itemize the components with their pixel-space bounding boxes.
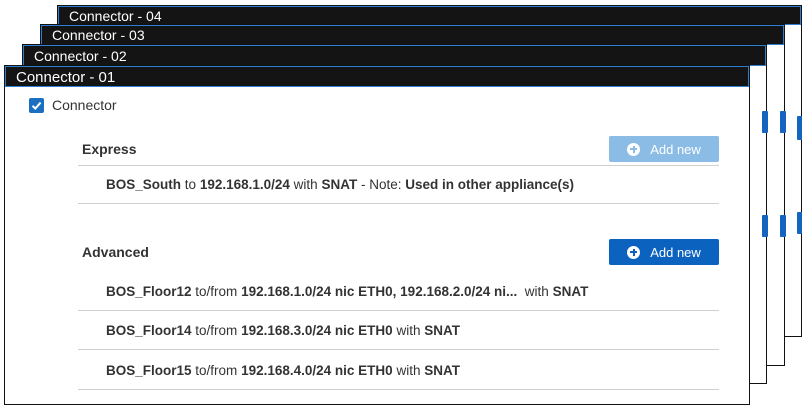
rule-note: Used in other appliance(s) — [405, 177, 575, 192]
rule-text: to/from — [195, 323, 238, 338]
rule-text: to — [184, 177, 197, 192]
checkmark-icon — [31, 101, 42, 110]
rule-network: 192.168.4.0/24 nic ETH0 — [241, 363, 393, 378]
advanced-title: Advanced — [82, 244, 149, 260]
rule-name: BOS_Floor14 — [106, 323, 192, 338]
advanced-rule-row[interactable]: BOS_Floor14 to/from 192.168.3.0/24 nic E… — [78, 312, 719, 350]
connector-card-01: Connector - 01 Connector Express Add new… — [4, 65, 750, 405]
card-edge-marker — [780, 215, 786, 237]
card-title-04[interactable]: Connector - 04 — [58, 6, 801, 25]
rule-name: BOS_South — [106, 177, 182, 192]
rule-snat: SNAT — [424, 363, 460, 378]
card-edge-marker — [762, 111, 768, 133]
card-edge-marker — [780, 111, 786, 133]
rule-text: with — [396, 363, 421, 378]
express-section-header: Express Add new — [78, 133, 719, 166]
connector-checkbox-row[interactable]: Connector — [29, 97, 117, 113]
advanced-add-new-button[interactable]: Add new — [609, 239, 719, 265]
advanced-section-header: Advanced Add new — [78, 236, 719, 268]
rule-text: with — [524, 284, 549, 299]
express-rule-row[interactable]: BOS_South to 192.168.1.0/24 with SNAT - … — [78, 166, 719, 204]
rule-snat: SNAT — [321, 177, 358, 192]
card-title-02[interactable]: Connector - 02 — [23, 45, 766, 66]
card-edge-marker — [797, 116, 802, 140]
rule-snat: SNAT — [424, 323, 460, 338]
card-edge-marker — [797, 212, 802, 234]
rule-text: with — [293, 177, 318, 192]
express-add-new-button[interactable]: Add new — [609, 136, 719, 162]
rule-network: 192.168.1.0/24 — [199, 177, 290, 192]
rule-network: 192.168.1.0/24 nic ETH0, 192.168.2.0/24 … — [241, 284, 518, 299]
rule-text: to/from — [195, 363, 238, 378]
rule-text: with — [396, 323, 421, 338]
advanced-rule-row[interactable]: BOS_Floor12 to/from 192.168.1.0/24 nic E… — [78, 273, 719, 311]
plus-circle-icon — [627, 142, 641, 156]
card-edge-marker — [762, 215, 768, 237]
connector-checkbox[interactable] — [29, 97, 44, 113]
card-title-03[interactable]: Connector - 03 — [41, 25, 784, 45]
express-add-new-label: Add new — [650, 141, 701, 157]
connector-checkbox-label: Connector — [52, 97, 117, 113]
rule-text: - Note: — [360, 177, 402, 192]
rule-network: 192.168.3.0/24 nic ETH0 — [241, 323, 393, 338]
rule-text: to/from — [195, 284, 238, 299]
express-title: Express — [82, 141, 137, 157]
rule-name: BOS_Floor15 — [106, 363, 192, 378]
rule-snat: SNAT — [552, 284, 589, 299]
plus-circle-icon — [627, 245, 641, 259]
rule-name: BOS_Floor12 — [106, 284, 192, 299]
card-title-01: Connector - 01 — [5, 66, 749, 87]
advanced-rule-row[interactable]: BOS_Floor15 to/from 192.168.4.0/24 nic E… — [78, 352, 719, 390]
advanced-add-new-label: Add new — [650, 244, 701, 260]
